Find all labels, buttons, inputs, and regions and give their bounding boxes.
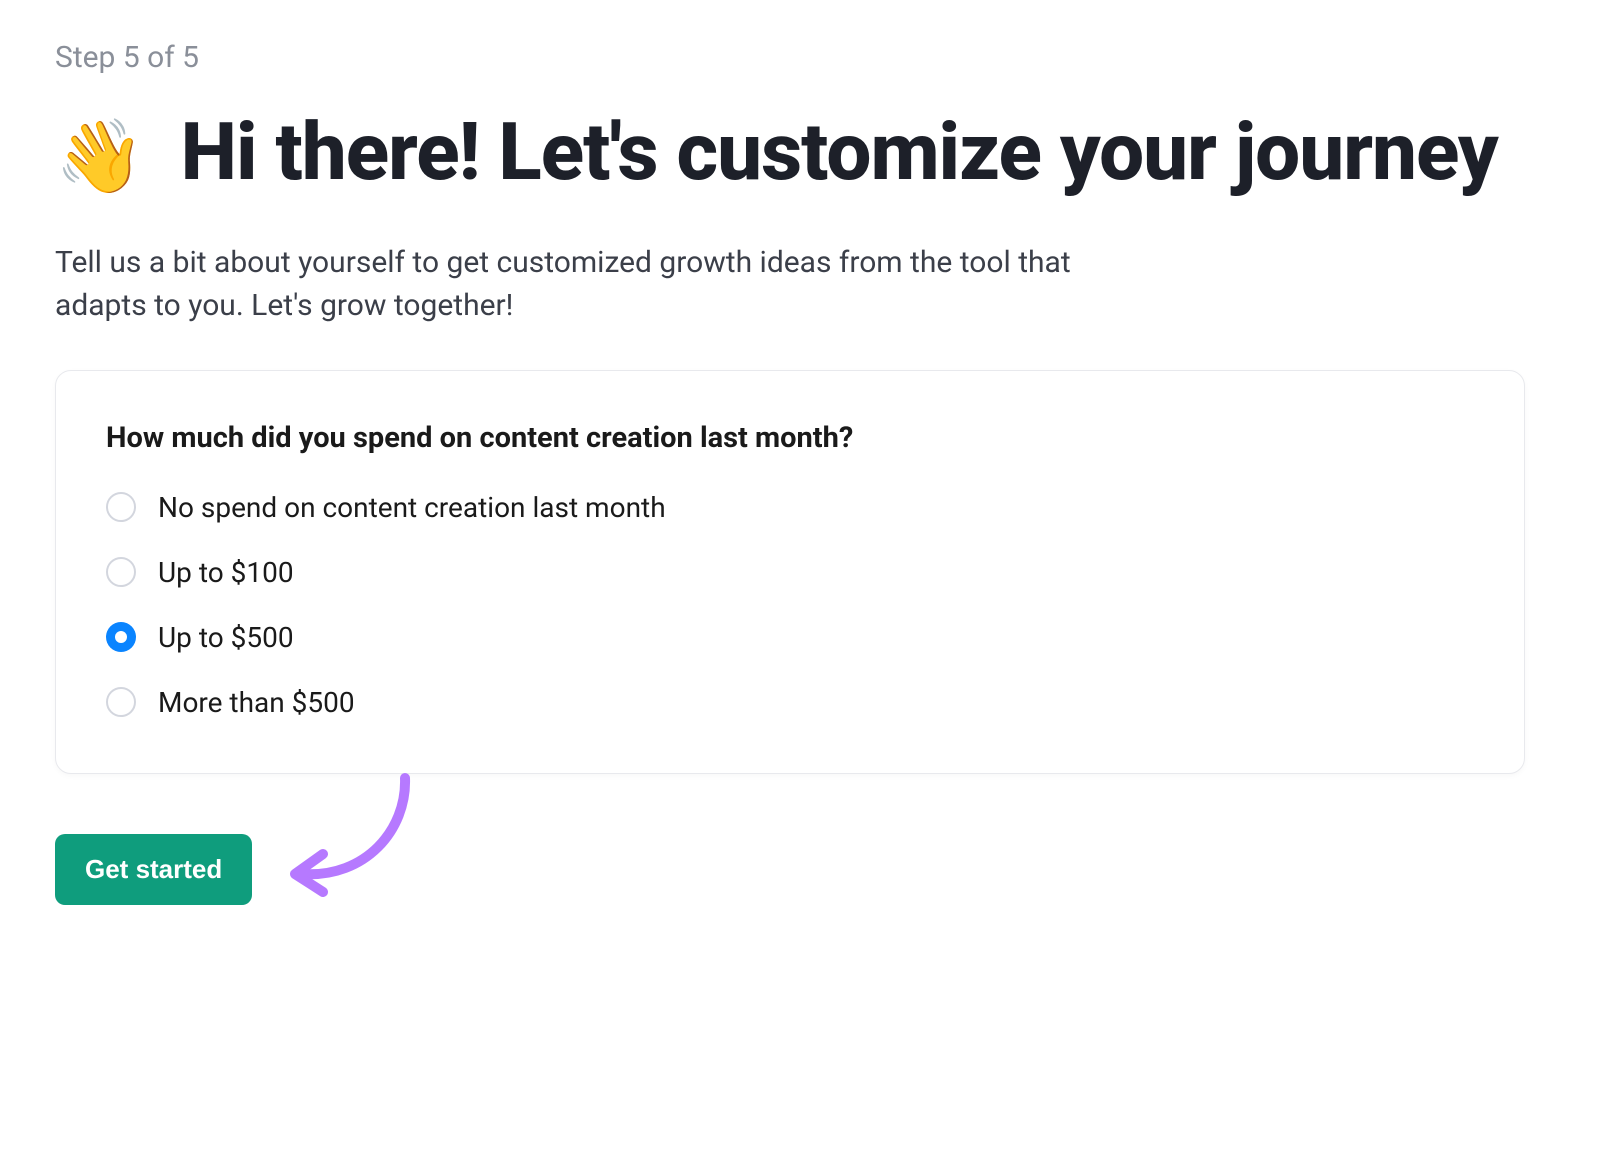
page-title: 👋 Hi there! Let's customize your journey (55, 105, 1545, 200)
page-title-text: Hi there! Let's customize your journey (162, 105, 1498, 199)
option-label: More than $500 (158, 686, 355, 719)
option-label: Up to $500 (158, 621, 294, 654)
option-up-to-100[interactable]: Up to $100 (106, 556, 1474, 589)
radio-icon (106, 687, 136, 717)
option-label: Up to $100 (158, 556, 294, 589)
option-label: No spend on content creation last month (158, 491, 666, 524)
options-group: No spend on content creation last month … (106, 491, 1474, 719)
question-card: How much did you spend on content creati… (55, 370, 1525, 774)
page-subtitle: Tell us a bit about yourself to get cust… (55, 242, 1105, 327)
get-started-button[interactable]: Get started (55, 834, 252, 905)
annotation-arrow-icon (285, 770, 455, 910)
footer-area: Get started (55, 834, 1545, 905)
option-more-than-500[interactable]: More than $500 (106, 686, 1474, 719)
option-no-spend[interactable]: No spend on content creation last month (106, 491, 1474, 524)
option-up-to-500[interactable]: Up to $500 (106, 621, 1474, 654)
question-text: How much did you spend on content creati… (106, 421, 1474, 455)
radio-icon (106, 557, 136, 587)
radio-icon (106, 492, 136, 522)
radio-icon (106, 622, 136, 652)
waving-hand-icon: 👋 (55, 114, 144, 199)
step-indicator: Step 5 of 5 (55, 40, 1545, 75)
